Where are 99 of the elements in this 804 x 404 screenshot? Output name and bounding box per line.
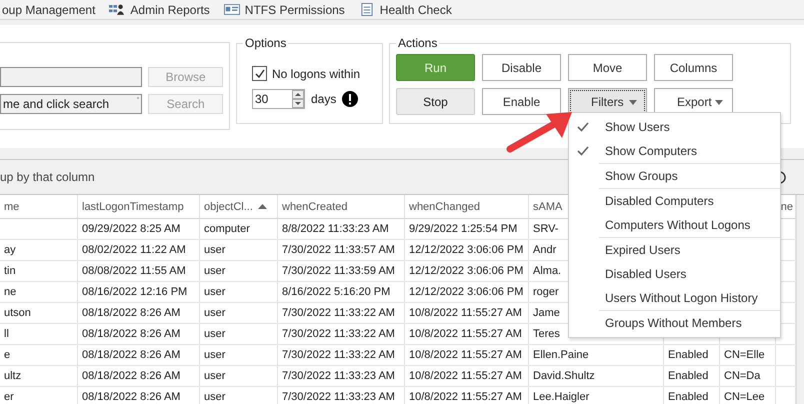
caret-icon [629,100,637,105]
table-cell: 7/30/2022 11:33:23 AM [282,391,395,403]
table-cell: 12/12/2022 3:06:06 PM [409,265,524,277]
action-button[interactable]: Columns [654,54,733,81]
table-cell: Enabled [668,391,708,403]
menu-item[interactable]: Expired Users [569,238,780,262]
table-cell: 10/8/2022 11:55:27 AM [409,391,522,403]
table-cell: tin [4,265,16,277]
table-cell: 7/30/2022 11:33:22 AM [282,307,395,319]
text-field[interactable] [0,67,142,87]
table-cell: roger [533,286,559,298]
table-cell: Enabled [668,349,708,361]
document-icon [358,3,375,16]
table-cell: CN=Elle [724,349,765,361]
table-cell: user [204,370,226,382]
table-cell: e [4,349,10,361]
table-cell: 10/8/2022 11:55:27 AM [409,307,522,319]
column-header[interactable]: me [0,195,78,218]
table-cell: 09/29/2022 8:25 AM [82,223,180,235]
table-cell: 7/30/2022 11:33:59 AM [282,265,395,277]
table-cell: user [204,265,226,277]
tab[interactable]: Health Check [358,2,452,16]
column-header[interactable]: whenCreated [278,195,405,218]
scrollbar[interactable] [796,195,804,404]
table-cell: 9/29/2022 1:25:54 PM [409,223,518,235]
group-title: Options [244,36,288,50]
table-cell: user [204,349,226,361]
table-cell: 08/18/2022 8:26 AM [82,307,180,319]
card-icon [224,3,240,16]
menu-item[interactable]: Show Users [569,115,780,139]
caret-icon [715,100,723,105]
table-cell: 08/18/2022 8:26 AM [82,328,180,340]
action-button[interactable]: Disable [482,54,561,81]
table-cell: 7/30/2022 11:33:57 AM [282,244,395,256]
table-cell: Lee.Haigler [533,391,590,403]
menu-item[interactable]: Users Without Logon History [569,286,780,310]
table-cell: ne [4,286,16,298]
checkbox-label: No logons within [272,66,360,80]
table-cell: CN=Da [724,370,760,382]
menu-item[interactable]: Show Computers [569,139,780,163]
people-icon [109,3,126,16]
table-cell: 7/30/2022 11:33:22 AM [282,328,395,340]
table-cell: Ellen.Paine [533,349,589,361]
table-cell: ll [4,328,9,340]
action-button[interactable]: Enable [482,88,561,115]
table-cell: 12/12/2022 3:06:06 PM [409,286,524,298]
table-cell: ay [4,244,16,256]
table-cell: computer [204,223,250,235]
table-cell: CN=Lee [724,391,765,403]
menu-item[interactable]: Groups Without Members [569,311,780,335]
table-cell: 08/08/2022 11:55 AM [82,265,186,277]
table-cell: 8/16/2022 5:16:20 PM [282,286,390,298]
table-cell: 08/16/2022 12:16 PM [82,286,188,298]
days-spinner[interactable]: 30 [252,89,305,109]
column-header[interactable]: lastLogonTimestamp [78,195,200,218]
exclamation-icon [342,91,358,107]
table-cell: Enabled [668,370,708,382]
table-cell: user [204,391,226,403]
checkbox[interactable] [252,66,267,81]
tab[interactable]: oup Management [2,2,96,16]
menu-item[interactable]: Show Groups [569,164,780,188]
table-cell: er [4,391,14,403]
table-cell: 12/12/2022 3:06:06 PM [409,244,524,256]
table-cell: user [204,244,226,256]
group-hint: up by that column [0,170,95,184]
column-header[interactable]: whenChanged [405,195,529,218]
action-button[interactable]: Stop [396,88,475,115]
table-cell: 8/8/2022 11:33:23 AM [282,223,389,235]
group-title: Actions [397,36,438,50]
menu-item[interactable]: Disabled Users [569,262,780,286]
table-cell: 7/30/2022 11:33:22 AM [282,349,395,361]
table-cell: Teres [533,328,560,340]
table-cell: user [204,286,226,298]
text-field[interactable]: me and click search [0,94,142,114]
table-cell: 08/18/2022 8:26 AM [82,370,180,382]
check-icon [577,146,589,156]
tab[interactable]: Admin Reports [109,2,210,16]
table-cell: 08/18/2022 8:26 AM [82,349,180,361]
action-button[interactable]: Move [568,54,647,81]
table-cell: Jame [533,307,560,319]
table-cell: David.Shultz [533,370,595,382]
table-cell: Andr [533,244,556,256]
table-cell: 7/30/2022 11:33:23 AM [282,370,395,382]
table-cell: utson [4,307,31,319]
table-cell: 08/02/2022 11:22 AM [82,244,186,256]
table-cell: ultz [4,370,22,382]
table-cell: 10/8/2022 11:55:27 AM [409,328,522,340]
table-cell: user [204,307,226,319]
table-cell: 10/8/2022 11:55:27 AM [409,370,522,382]
days-label: days [311,92,336,106]
table-cell: 10/8/2022 11:55:27 AM [409,349,522,361]
table-cell: Alma. [533,265,562,277]
tab[interactable]: NTFS Permissions [224,2,345,16]
table-cell: user [204,328,226,340]
table-cell: 08/18/2022 8:26 AM [82,391,180,403]
check-icon [577,122,589,132]
table-cell: SRV- [533,223,558,235]
sort-arrow-icon [258,204,267,209]
column-header[interactable]: objectCl... [200,195,278,218]
